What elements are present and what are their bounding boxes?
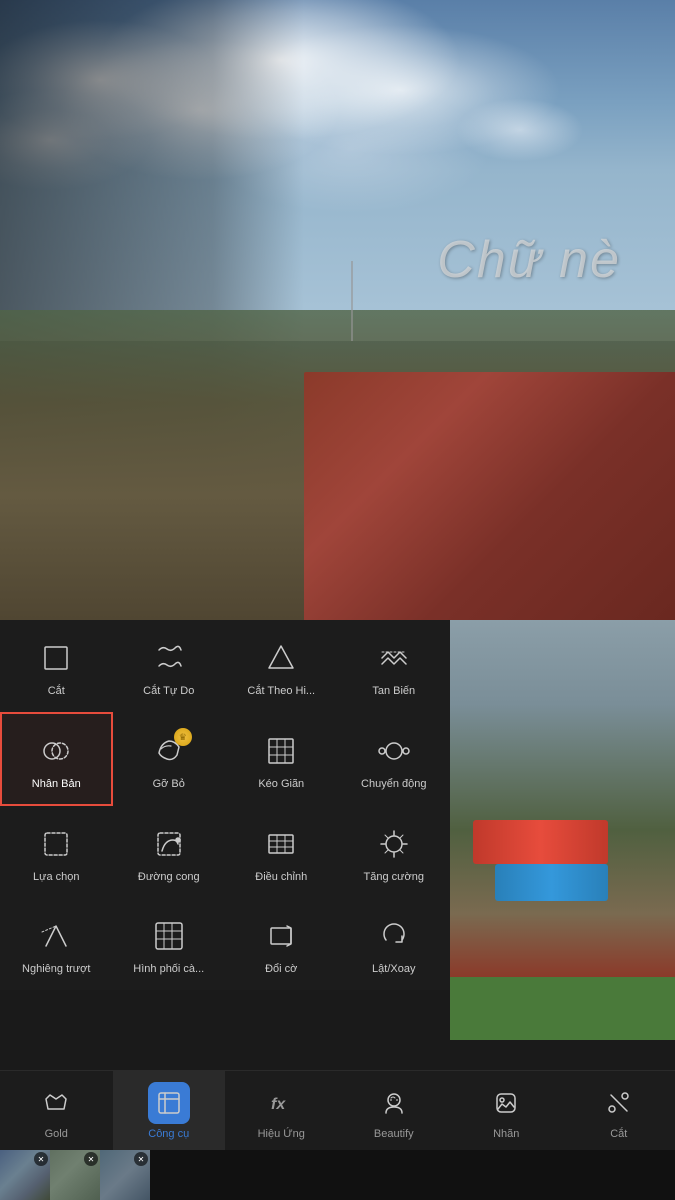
nav-beautify[interactable]: Beautify <box>338 1071 451 1150</box>
nav-cong-cu-label: Công cụ <box>148 1128 189 1140</box>
tool-lat-xoay[interactable]: Lật/Xoay <box>338 898 451 990</box>
green-roof <box>450 977 675 1040</box>
tool-duong-cong-label: Đường cong <box>138 871 200 883</box>
tilt-icon <box>37 917 75 955</box>
tool-hinh-phoi[interactable]: Hình phối cà... <box>113 898 226 990</box>
flip-rotate-icon <box>375 917 413 955</box>
vehicle-area <box>450 788 675 914</box>
tool-chuyen-dong[interactable]: Chuyển động <box>338 712 451 806</box>
nav-cat-label: Cắt <box>610 1128 627 1140</box>
tool-nhan-ban-label: Nhân Bản <box>32 778 81 790</box>
crown-icon: ♛ <box>179 733 187 742</box>
tools-grid: Cắt Cắt Tự Do Cắt Theo Hi... <box>0 620 450 990</box>
photo-text-overlay: Chữ nè <box>437 230 621 290</box>
nav-beautify-label: Beautify <box>374 1128 414 1140</box>
nav-gold-label: Gold <box>45 1128 68 1140</box>
photo-canvas: Chữ nè <box>0 0 675 620</box>
gold-icon-wrap <box>35 1082 77 1124</box>
photo-right-panel <box>450 620 675 1040</box>
film-close-1[interactable]: ✕ <box>34 1152 48 1166</box>
tool-cat-theo-hinh-label: Cắt Theo Hi... <box>247 685 315 697</box>
nav-hieu-ung[interactable]: fx Hiệu Ứng <box>225 1071 338 1150</box>
enhance-icon <box>375 825 413 863</box>
hieu-ung-icon-wrap: fx <box>260 1082 302 1124</box>
filmstrip: ✕ ✕ ✕ <box>0 1150 675 1200</box>
tool-lat-xoay-label: Lật/Xoay <box>372 963 415 975</box>
tool-tan-bien-label: Tan Biến <box>372 685 415 697</box>
tool-go-bo-label: Gỡ Bỏ <box>153 778 185 790</box>
film-thumb-3[interactable]: ✕ <box>100 1150 150 1200</box>
crop-icon <box>37 639 75 677</box>
rooftop <box>304 372 675 620</box>
free-crop-icon <box>150 639 188 677</box>
vehicle-red <box>473 820 608 864</box>
tool-cat-tu-do-label: Cắt Tự Do <box>143 685 194 697</box>
film-close-2[interactable]: ✕ <box>84 1152 98 1166</box>
tool-cat-tu-do[interactable]: Cắt Tự Do <box>113 620 226 712</box>
dissolve-icon <box>375 639 413 677</box>
duplicate-icon <box>37 732 75 770</box>
film-close-3[interactable]: ✕ <box>134 1152 148 1166</box>
cong-cu-icon-wrap <box>148 1082 190 1124</box>
bottom-navigation: Gold Công cụ fx Hiệu Ứng <box>0 1070 675 1150</box>
curve-icon <box>150 825 188 863</box>
tool-tang-cuong-label: Tăng cường <box>364 871 424 883</box>
tool-doi-co[interactable]: Đổi cờ <box>225 898 338 990</box>
tools-panel: Cắt Cắt Tự Do Cắt Theo Hi... <box>0 620 450 990</box>
blend-icon <box>150 917 188 955</box>
tool-keo-gian-label: Kéo Giãn <box>258 778 304 790</box>
photo-right-inner <box>450 620 675 1040</box>
tool-nhan-ban[interactable]: Nhân Bản <box>0 712 113 806</box>
adjust-icon <box>262 825 300 863</box>
tool-dieu-chinh-label: Điều chỉnh <box>255 871 307 883</box>
tool-hinh-phoi-label: Hình phối cà... <box>133 963 204 975</box>
nav-hieu-ung-label: Hiệu Ứng <box>258 1128 305 1140</box>
resize-icon <box>262 917 300 955</box>
tool-keo-gian[interactable]: Kéo Giãn <box>225 712 338 806</box>
remove-icon: ♛ <box>150 732 188 770</box>
nav-nhan-label: Nhãn <box>493 1128 519 1140</box>
tool-doi-co-label: Đổi cờ <box>265 963 297 975</box>
tool-dieu-chinh[interactable]: Điều chỉnh <box>225 806 338 898</box>
select-icon <box>37 825 75 863</box>
nav-gold[interactable]: Gold <box>0 1071 113 1150</box>
motion-icon <box>375 732 413 770</box>
tool-lua-chon-label: Lựa chọn <box>33 871 80 883</box>
premium-badge: ♛ <box>174 728 192 746</box>
tool-tan-bien[interactable]: Tan Biến <box>338 620 451 712</box>
tool-nghieng-truot-label: Nghiêng trượt <box>22 963 90 975</box>
tool-cat-label: Cắt <box>48 685 65 697</box>
tool-duong-cong[interactable]: Đường cong <box>113 806 226 898</box>
film-thumb-1[interactable]: ✕ <box>0 1150 50 1200</box>
stretch-icon <box>262 732 300 770</box>
tool-cat[interactable]: Cắt <box>0 620 113 712</box>
svg-text:fx: fx <box>271 1096 286 1113</box>
antenna <box>351 261 353 341</box>
tool-go-bo[interactable]: ♛ Gỡ Bỏ <box>113 712 226 806</box>
vehicle-blue <box>495 864 608 902</box>
tool-chuyen-dong-label: Chuyển động <box>361 778 426 790</box>
tool-nghieng-truot[interactable]: Nghiêng trượt <box>0 898 113 990</box>
nav-cong-cu[interactable]: Công cụ <box>113 1071 226 1150</box>
shape-crop-icon <box>262 639 300 677</box>
cat-nav-icon-wrap <box>598 1082 640 1124</box>
tool-cat-theo-hinh[interactable]: Cắt Theo Hi... <box>225 620 338 712</box>
beautify-icon-wrap <box>373 1082 415 1124</box>
tool-tang-cuong[interactable]: Tăng cường <box>338 806 451 898</box>
nav-nhan[interactable]: Nhãn <box>450 1071 563 1150</box>
film-thumb-2[interactable]: ✕ <box>50 1150 100 1200</box>
nhan-icon-wrap <box>485 1082 527 1124</box>
nav-cat[interactable]: Cắt <box>563 1071 675 1150</box>
tool-lua-chon[interactable]: Lựa chọn <box>0 806 113 898</box>
